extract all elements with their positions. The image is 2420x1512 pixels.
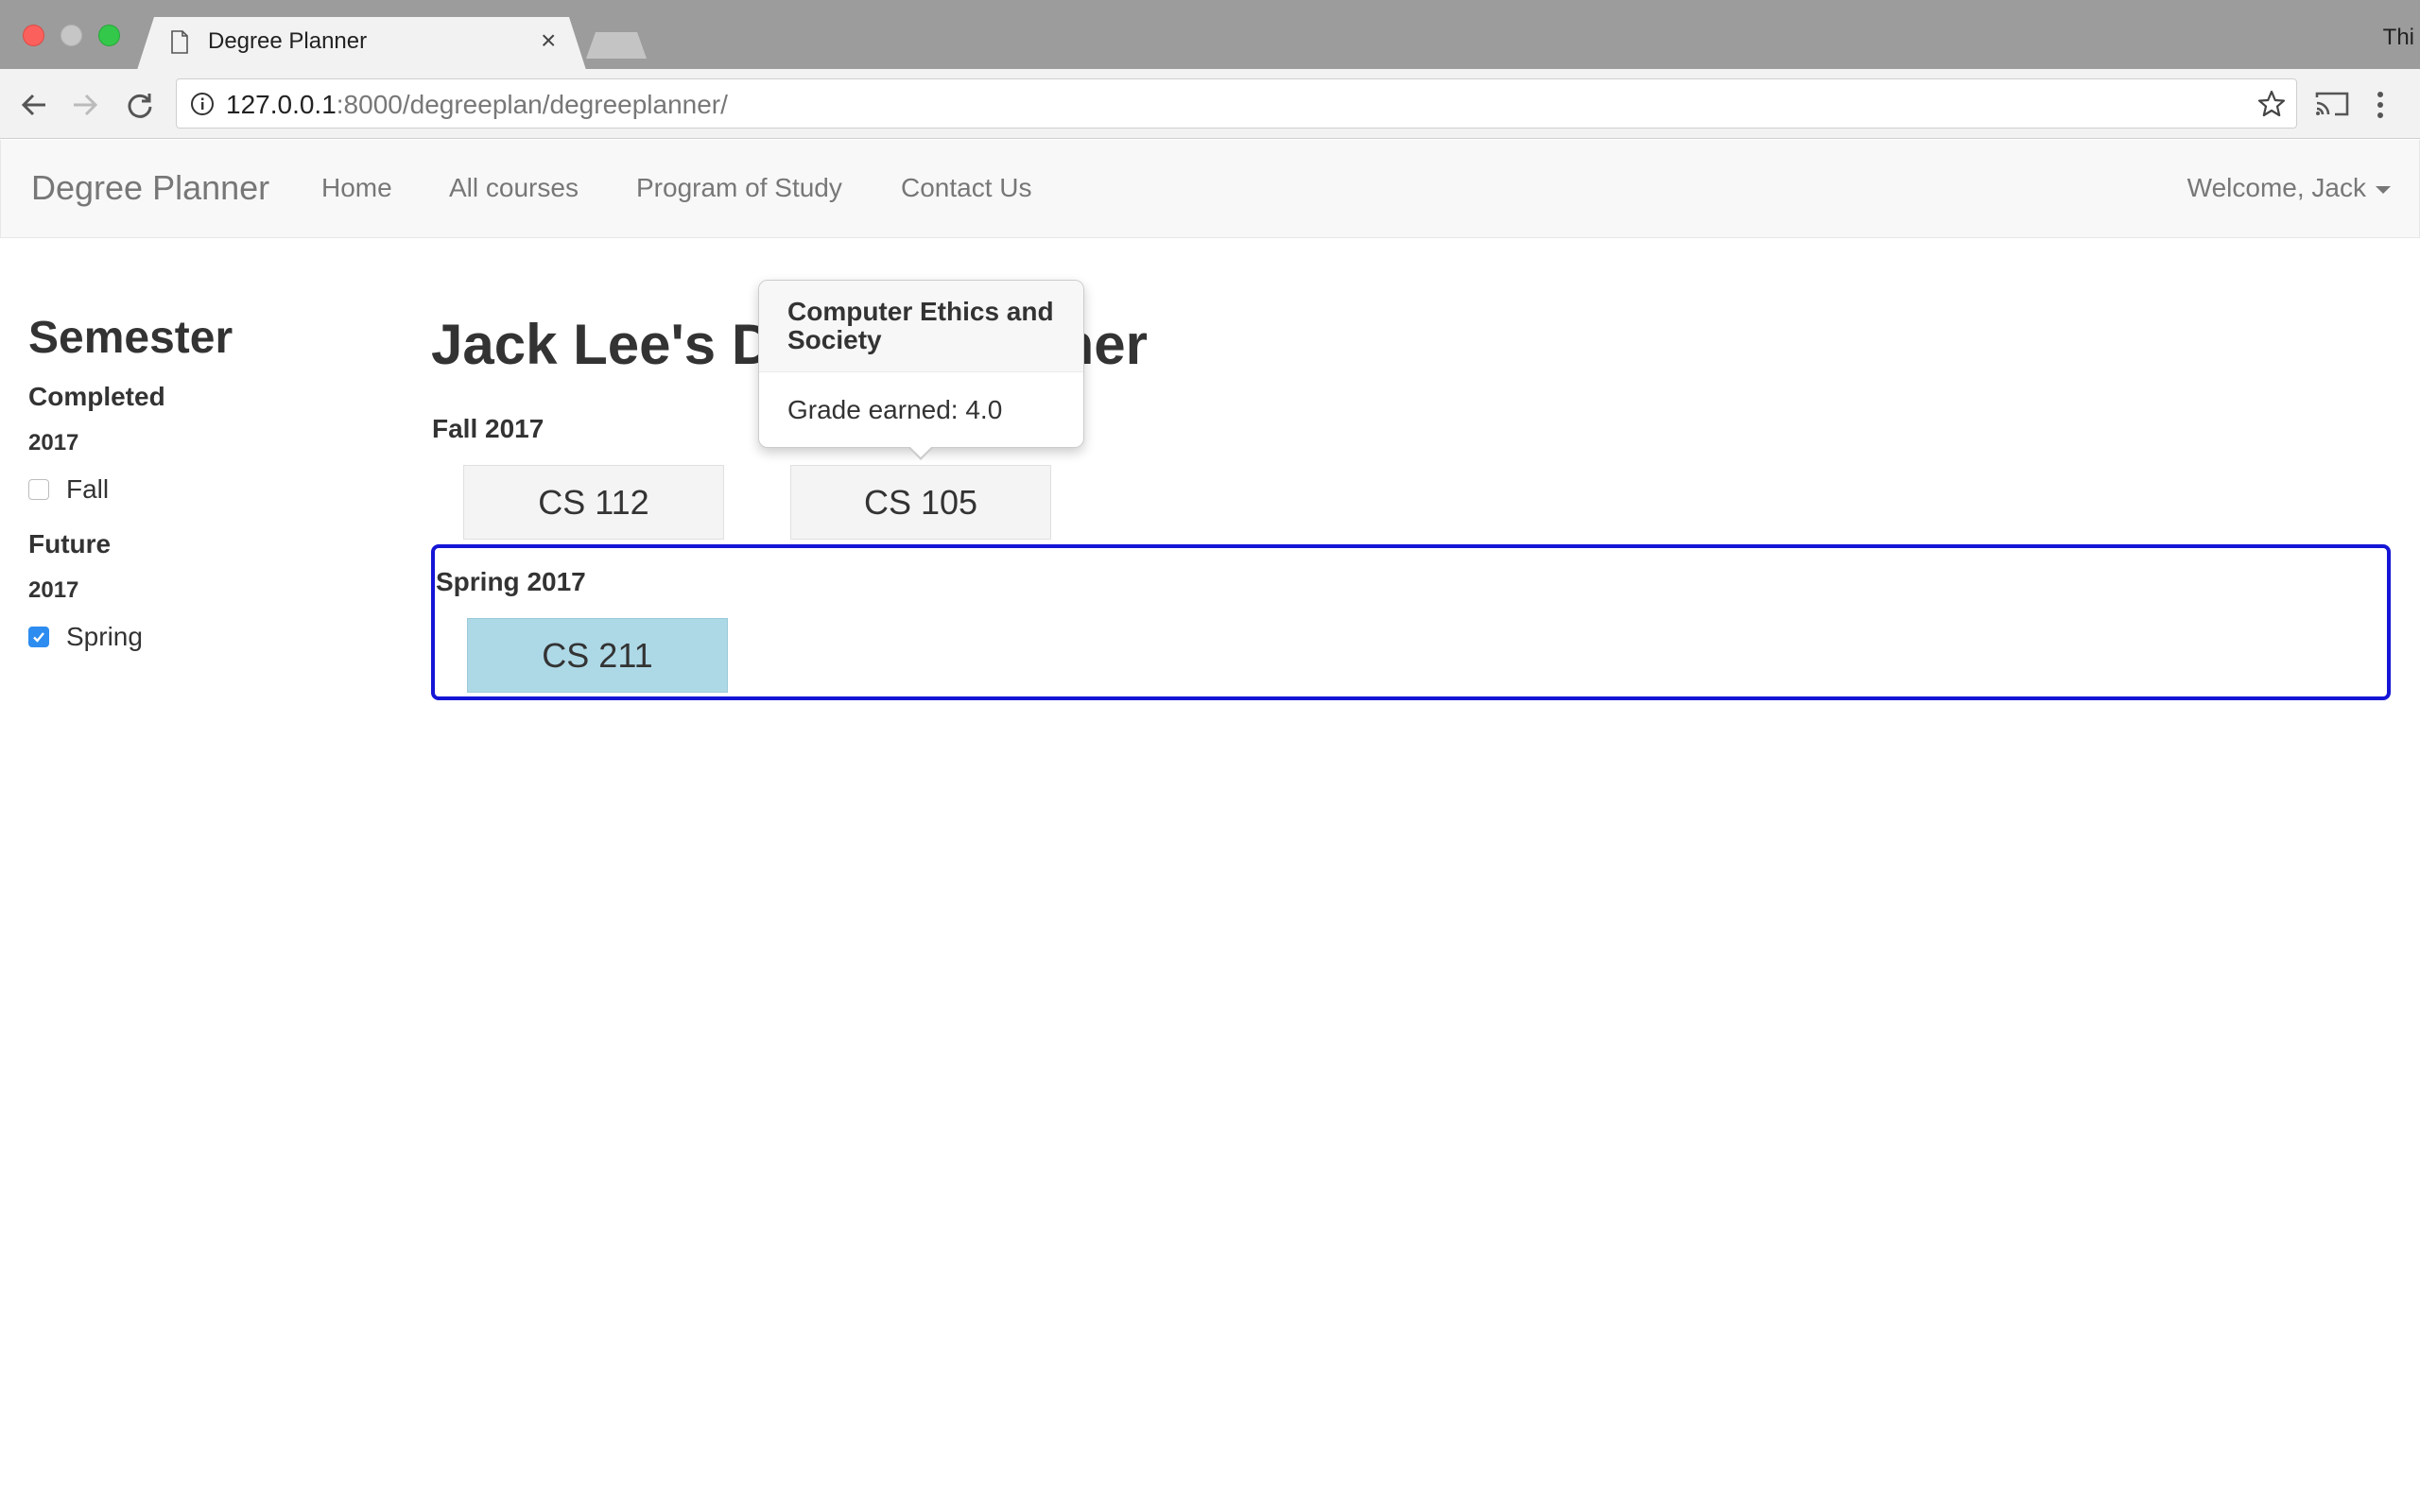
future-label: Future (28, 529, 112, 558)
sidebar-heading: Semester (28, 313, 233, 363)
future-year: 2017 (28, 577, 79, 603)
semester-label-fall: Fall 2017 (432, 414, 544, 443)
course-code: CS 211 (542, 635, 653, 675)
course-card[interactable]: CS 211 (467, 618, 728, 693)
close-window-button[interactable] (23, 25, 44, 46)
tab-close-icon[interactable]: × (541, 27, 556, 54)
semester-checkbox-spring[interactable]: Spring (28, 622, 143, 652)
completed-label: Completed (28, 382, 165, 411)
course-popover: Computer Ethics and Society Grade earned… (758, 280, 1084, 448)
caret-down-icon (2376, 185, 2391, 194)
user-menu-dropdown[interactable]: Welcome, Jack (2187, 173, 2391, 203)
course-card[interactable]: CS 112 (463, 465, 724, 540)
course-code: CS 112 (538, 482, 649, 522)
checkbox-checked[interactable] (28, 627, 49, 647)
nav-link-program-of-study[interactable]: Program of Study (636, 173, 842, 203)
check-icon (33, 632, 44, 643)
nav-link-contact-us[interactable]: Contact Us (901, 173, 1032, 203)
checkbox-label: Spring (66, 622, 143, 651)
course-code: CS 105 (863, 482, 978, 522)
profile-name[interactable]: Thi (2383, 25, 2414, 51)
popover-arrow-inner (909, 446, 932, 457)
completed-year: 2017 (28, 430, 79, 455)
browser-menu-icon[interactable] (2375, 90, 2386, 120)
minimize-window-button[interactable] (60, 25, 82, 46)
browser-toolbar: 127.0.0.1:8000/degreeplan/degreeplanner/ (0, 69, 2420, 139)
info-icon[interactable] (190, 92, 215, 116)
url-text[interactable]: 127.0.0.1:8000/degreeplan/degreeplanner/ (226, 90, 728, 120)
back-icon[interactable] (17, 88, 51, 122)
reload-icon[interactable] (123, 88, 157, 122)
semester-checkbox-fall[interactable]: Fall (28, 474, 109, 505)
tab-title: Degree Planner (208, 28, 368, 54)
nav-link-home[interactable]: Home (321, 173, 392, 203)
bookmark-star-icon[interactable] (2256, 89, 2287, 119)
new-tab-button[interactable] (586, 32, 647, 59)
brand-link[interactable]: Degree Planner (31, 168, 269, 208)
maximize-window-button[interactable] (98, 25, 120, 46)
browser-titlebar: Degree Planner × Thi (0, 0, 2420, 70)
nav-link-all-courses[interactable]: All courses (449, 173, 579, 203)
popover-title: Computer Ethics and Society (759, 281, 1083, 372)
forward-icon[interactable] (68, 88, 102, 122)
address-bar[interactable]: 127.0.0.1:8000/degreeplan/degreeplanner/ (176, 78, 2297, 129)
course-card[interactable]: CS 105 (790, 465, 1051, 540)
document-icon (171, 30, 188, 54)
checkbox-label: Fall (66, 474, 110, 504)
popover-body: Grade earned: 4.0 (787, 395, 1003, 424)
checkbox-unchecked[interactable] (28, 479, 49, 500)
semester-label-spring: Spring 2017 (436, 567, 586, 596)
app-navbar: Degree Planner Home All courses Program … (0, 140, 2420, 238)
cast-icon[interactable] (2314, 90, 2350, 118)
